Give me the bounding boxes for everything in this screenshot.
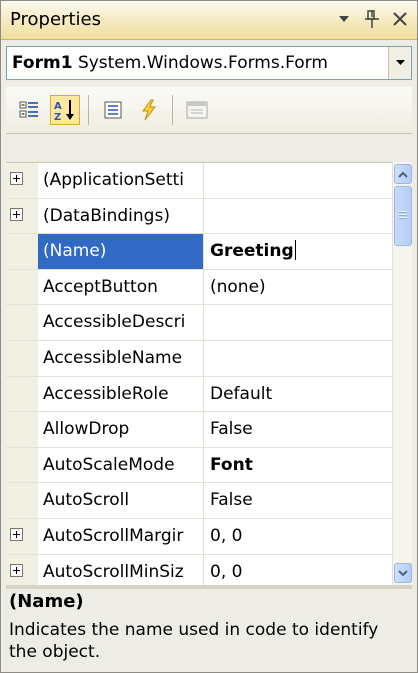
property-row[interactable]: AutoScaleMode Font — [6, 447, 392, 484]
expand-icon[interactable] — [10, 172, 23, 185]
property-name: AcceptButton — [38, 269, 204, 305]
vertical-scrollbar[interactable] — [392, 162, 412, 585]
property-row[interactable]: AutoScrollMinSiz 0, 0 — [6, 554, 392, 586]
property-name: (DataBindings) — [38, 198, 204, 234]
pin-icon[interactable] — [361, 5, 383, 33]
property-value[interactable] — [205, 199, 392, 234]
svg-text:A: A — [54, 101, 62, 112]
scroll-down-button[interactable] — [394, 563, 412, 583]
expand-icon[interactable] — [10, 207, 23, 221]
property-pages-icon[interactable] — [182, 95, 212, 125]
property-name: AccessibleDescri — [38, 305, 204, 340]
window-position-dropdown-icon[interactable] — [333, 5, 355, 33]
property-name: AccessibleName — [38, 340, 204, 376]
property-value[interactable] — [205, 305, 392, 340]
panel-title: Properties — [10, 9, 101, 30]
expand-icon[interactable] — [10, 563, 23, 577]
text-caret — [294, 240, 296, 261]
categorized-icon[interactable] — [14, 95, 44, 125]
title-bar[interactable]: Properties — [1, 1, 417, 40]
scroll-up-button[interactable] — [394, 164, 412, 184]
property-name: AutoScaleMode — [38, 447, 204, 483]
property-row[interactable]: AutoScrollMargir 0, 0 — [6, 518, 392, 555]
property-value[interactable] — [205, 341, 392, 376]
expand-icon[interactable] — [10, 527, 23, 541]
description-title: (Name) — [9, 591, 84, 612]
property-row-selected[interactable]: (Name) Greeting — [6, 234, 392, 270]
property-value-text: Greeting — [210, 241, 294, 262]
property-row[interactable]: (ApplicationSetti — [6, 163, 392, 199]
description-pane: (Name) Indicates the name used in code t… — [6, 589, 412, 671]
property-value[interactable]: Default — [205, 377, 392, 412]
property-row[interactable]: AccessibleName — [6, 340, 392, 377]
object-selector[interactable]: Form1 System.Windows.Forms.Form — [6, 46, 412, 80]
property-row[interactable]: (DataBindings) — [6, 198, 392, 235]
properties-panel: Properties Form1 System.Windows.Forms.Fo… — [0, 0, 418, 673]
property-value[interactable]: Font — [205, 448, 392, 483]
property-row[interactable]: AccessibleRole Default — [6, 376, 392, 413]
object-type: System.Windows.Forms.Form — [77, 53, 328, 73]
svg-text:Z: Z — [54, 112, 61, 122]
property-value-editor[interactable]: Greeting — [205, 234, 392, 269]
scroll-thumb[interactable] — [394, 186, 412, 246]
property-name: AutoScrollMinSiz — [38, 554, 204, 586]
property-row[interactable]: AutoScroll False — [6, 483, 392, 519]
property-name: AutoScrollMargir — [38, 518, 204, 554]
description-text: Indicates the name used in code to ident… — [9, 620, 379, 662]
events-icon[interactable] — [134, 95, 164, 125]
property-value[interactable]: False — [205, 412, 392, 447]
property-name: (ApplicationSetti — [38, 163, 204, 198]
properties-icon[interactable] — [98, 95, 128, 125]
property-grid: (ApplicationSetti (DataBindings) (Name) … — [6, 162, 392, 586]
property-name: AllowDrop — [38, 412, 204, 447]
property-value[interactable]: 0, 0 — [205, 519, 392, 554]
property-name: AccessibleRole — [38, 376, 204, 412]
properties-toolbar: A Z — [6, 87, 412, 134]
property-row[interactable]: AllowDrop False — [6, 412, 392, 448]
property-name: (Name) — [38, 234, 204, 269]
alphabetical-icon[interactable]: A Z — [50, 95, 80, 125]
property-value[interactable]: 0, 0 — [205, 555, 392, 586]
property-row[interactable]: AccessibleDescri — [6, 305, 392, 341]
object-name: Form1 — [12, 53, 73, 73]
property-value[interactable] — [205, 163, 392, 198]
object-selector-dropdown-button[interactable] — [388, 47, 411, 79]
property-value[interactable]: (none) — [205, 270, 392, 305]
property-value[interactable]: False — [205, 483, 392, 518]
property-row[interactable]: AcceptButton (none) — [6, 269, 392, 306]
property-name: AutoScroll — [38, 483, 204, 518]
close-icon[interactable] — [389, 5, 411, 33]
